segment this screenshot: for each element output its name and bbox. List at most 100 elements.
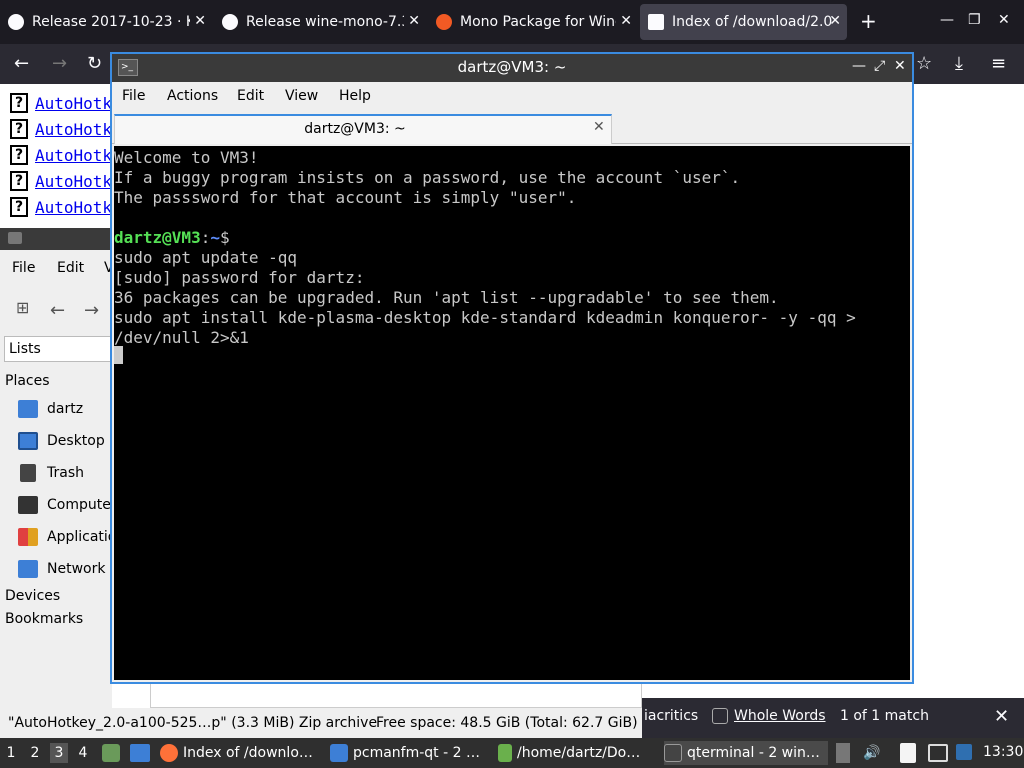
places-heading[interactable]: Places <box>5 373 50 389</box>
bookmarks-heading[interactable]: Bookmarks <box>5 611 83 627</box>
clock[interactable]: 13:30 <box>983 744 1023 760</box>
back-icon[interactable]: ← <box>14 54 29 74</box>
whole-words-checkbox[interactable] <box>712 708 728 724</box>
place-label: Compute <box>47 497 111 513</box>
task-archive[interactable]: /home/dartz/Do… <box>498 741 656 765</box>
task-label: /home/dartz/Do… <box>517 745 641 761</box>
bookmark-star-icon[interactable]: ☆ <box>916 54 932 74</box>
updates-icon[interactable] <box>956 744 972 760</box>
unknown-file-icon: ? <box>10 197 28 217</box>
close-icon[interactable]: ✕ <box>593 119 605 135</box>
place-label: Network <box>47 561 106 577</box>
download-link[interactable]: AutoHotk <box>35 172 112 191</box>
download-link[interactable]: AutoHotk <box>35 146 112 165</box>
forward-icon[interactable]: → <box>84 300 99 321</box>
close-icon[interactable]: ✕ <box>194 13 206 29</box>
download-link[interactable]: AutoHotk <box>35 94 112 113</box>
side-pane-selector[interactable]: Lists <box>4 336 112 362</box>
close-icon[interactable]: ✕ <box>829 13 841 29</box>
download-link[interactable]: AutoHotk <box>35 120 112 139</box>
close-icon[interactable]: ✕ <box>620 13 632 29</box>
forward-icon[interactable]: → <box>52 54 67 74</box>
minimize-icon[interactable]: — <box>940 12 954 28</box>
network-tray-icon[interactable] <box>928 744 948 762</box>
archive-icon <box>498 744 512 762</box>
task-firefox[interactable]: Index of /downlo… <box>160 741 320 765</box>
selected-file-info: "AutoHotkey_2.0-a100-525…p" (3.3 MiB) Zi… <box>8 715 378 731</box>
minimize-icon[interactable]: — <box>852 58 866 74</box>
file-manager-launcher-icon[interactable] <box>102 744 120 762</box>
back-icon[interactable]: ← <box>50 300 65 321</box>
new-tab-icon[interactable]: ⊞ <box>16 298 29 317</box>
show-desktop-icon[interactable] <box>130 744 150 762</box>
window-title: dartz@VM3: ~ <box>457 58 567 76</box>
browser-tab-title: Release wine-mono-7.3 <box>246 14 404 30</box>
close-icon[interactable]: ✕ <box>994 706 1009 727</box>
place-item-applications[interactable]: Applicatio <box>18 525 116 549</box>
close-icon[interactable]: ✕ <box>894 58 906 74</box>
diacritics-label[interactable]: iacritics <box>644 708 698 724</box>
menu-edit[interactable]: Edit <box>237 88 264 104</box>
devices-heading[interactable]: Devices <box>5 588 60 604</box>
browser-tab-title: Index of /download/2.0 <box>672 14 832 30</box>
desktop-switch-2[interactable]: 2 <box>26 743 44 763</box>
terminal-tab[interactable]: dartz@VM3: ~ ✕ <box>114 114 612 144</box>
tab-label: dartz@VM3: ~ <box>304 121 406 137</box>
folder-icon <box>8 232 22 244</box>
menu-edit[interactable]: Edit <box>57 260 84 276</box>
file-list-edge[interactable] <box>150 684 642 708</box>
trash-icon <box>20 464 36 482</box>
task-label: pcmanfm-qt - 2 … <box>353 745 480 761</box>
place-item-home[interactable]: dartz <box>18 397 83 421</box>
notification-area-icon[interactable] <box>836 743 850 763</box>
free-space-info: Free space: 48.5 GiB (Total: 62.7 GiB) <box>376 715 638 731</box>
place-item-network[interactable]: Network <box>18 557 105 581</box>
desktop-switch-4[interactable]: 4 <box>74 743 92 763</box>
github-icon <box>8 14 24 30</box>
terminal-line: Welcome to VM3! <box>114 148 259 167</box>
menu-actions[interactable]: Actions <box>167 88 218 104</box>
browser-tab-title: Mono Package for Wine <box>460 14 616 30</box>
close-icon[interactable]: ✕ <box>998 12 1010 28</box>
whole-words-label[interactable]: Whole Words <box>734 708 826 724</box>
desktop-icon <box>18 432 38 450</box>
reload-icon[interactable]: ↻ <box>87 54 102 74</box>
menu-file[interactable]: File <box>122 88 145 104</box>
desktop-switch-3[interactable]: 3 <box>50 743 68 763</box>
terminal-screen[interactable]: Welcome to VM3! If a buggy program insis… <box>114 146 910 680</box>
menu-file[interactable]: File <box>12 260 35 276</box>
close-icon[interactable]: ✕ <box>408 13 420 29</box>
terminal-tab-bar: dartz@VM3: ~ ✕ <box>112 112 912 144</box>
browser-tab-wine-mono[interactable]: Release wine-mono-7.3 ✕ <box>214 4 426 40</box>
restore-icon[interactable]: ❐ <box>968 12 981 28</box>
filemanager-statusbar: "AutoHotkey_2.0-a100-525…p" (3.3 MiB) Zi… <box>0 708 642 738</box>
menu-help[interactable]: Help <box>339 88 371 104</box>
browser-tab-mono-package[interactable]: Mono Package for Wine ✕ <box>428 4 638 40</box>
desktop-switch-1[interactable]: 1 <box>2 743 20 763</box>
unknown-file-icon: ? <box>10 145 28 165</box>
terminal-titlebar[interactable]: >_ dartz@VM3: ~ — ⤢ ✕ <box>112 54 912 82</box>
new-tab-icon[interactable]: + <box>860 10 877 32</box>
place-item-trash[interactable]: Trash <box>18 461 84 485</box>
terminal-line: sudo apt update -qq <box>114 248 298 267</box>
task-qterminal[interactable]: qterminal - 2 win… <box>664 741 828 765</box>
filemanager-window: File Edit V ⊞ ← → Lists Places dartz Des… <box>0 250 116 738</box>
browser-tab-title: Release 2017-10-23 · K <box>32 14 190 30</box>
place-item-desktop[interactable]: Desktop <box>18 429 105 453</box>
browser-tab-release-2017[interactable]: Release 2017-10-23 · K ✕ <box>0 4 212 40</box>
match-status: 1 of 1 match <box>840 708 929 724</box>
filemanager-titlebar[interactable] <box>0 228 112 250</box>
text-cursor <box>114 346 123 364</box>
clipboard-icon[interactable] <box>900 743 916 763</box>
firefox-icon <box>160 744 178 762</box>
menu-icon[interactable]: ≡ <box>991 54 1006 74</box>
maximize-icon[interactable]: ⤢ <box>874 58 885 74</box>
volume-icon[interactable]: 🔊 <box>863 745 880 761</box>
menu-view[interactable]: View <box>285 88 318 104</box>
place-item-computer[interactable]: Compute <box>18 493 111 517</box>
download-link[interactable]: AutoHotk <box>35 198 112 217</box>
terminal-line: The passsword for that account is simply… <box>114 188 577 207</box>
downloads-icon[interactable]: ⤓ <box>955 54 963 74</box>
browser-tab-index-download[interactable]: Index of /download/2.0 ✕ <box>640 4 847 40</box>
task-pcmanfm[interactable]: pcmanfm-qt - 2 … <box>330 741 488 765</box>
